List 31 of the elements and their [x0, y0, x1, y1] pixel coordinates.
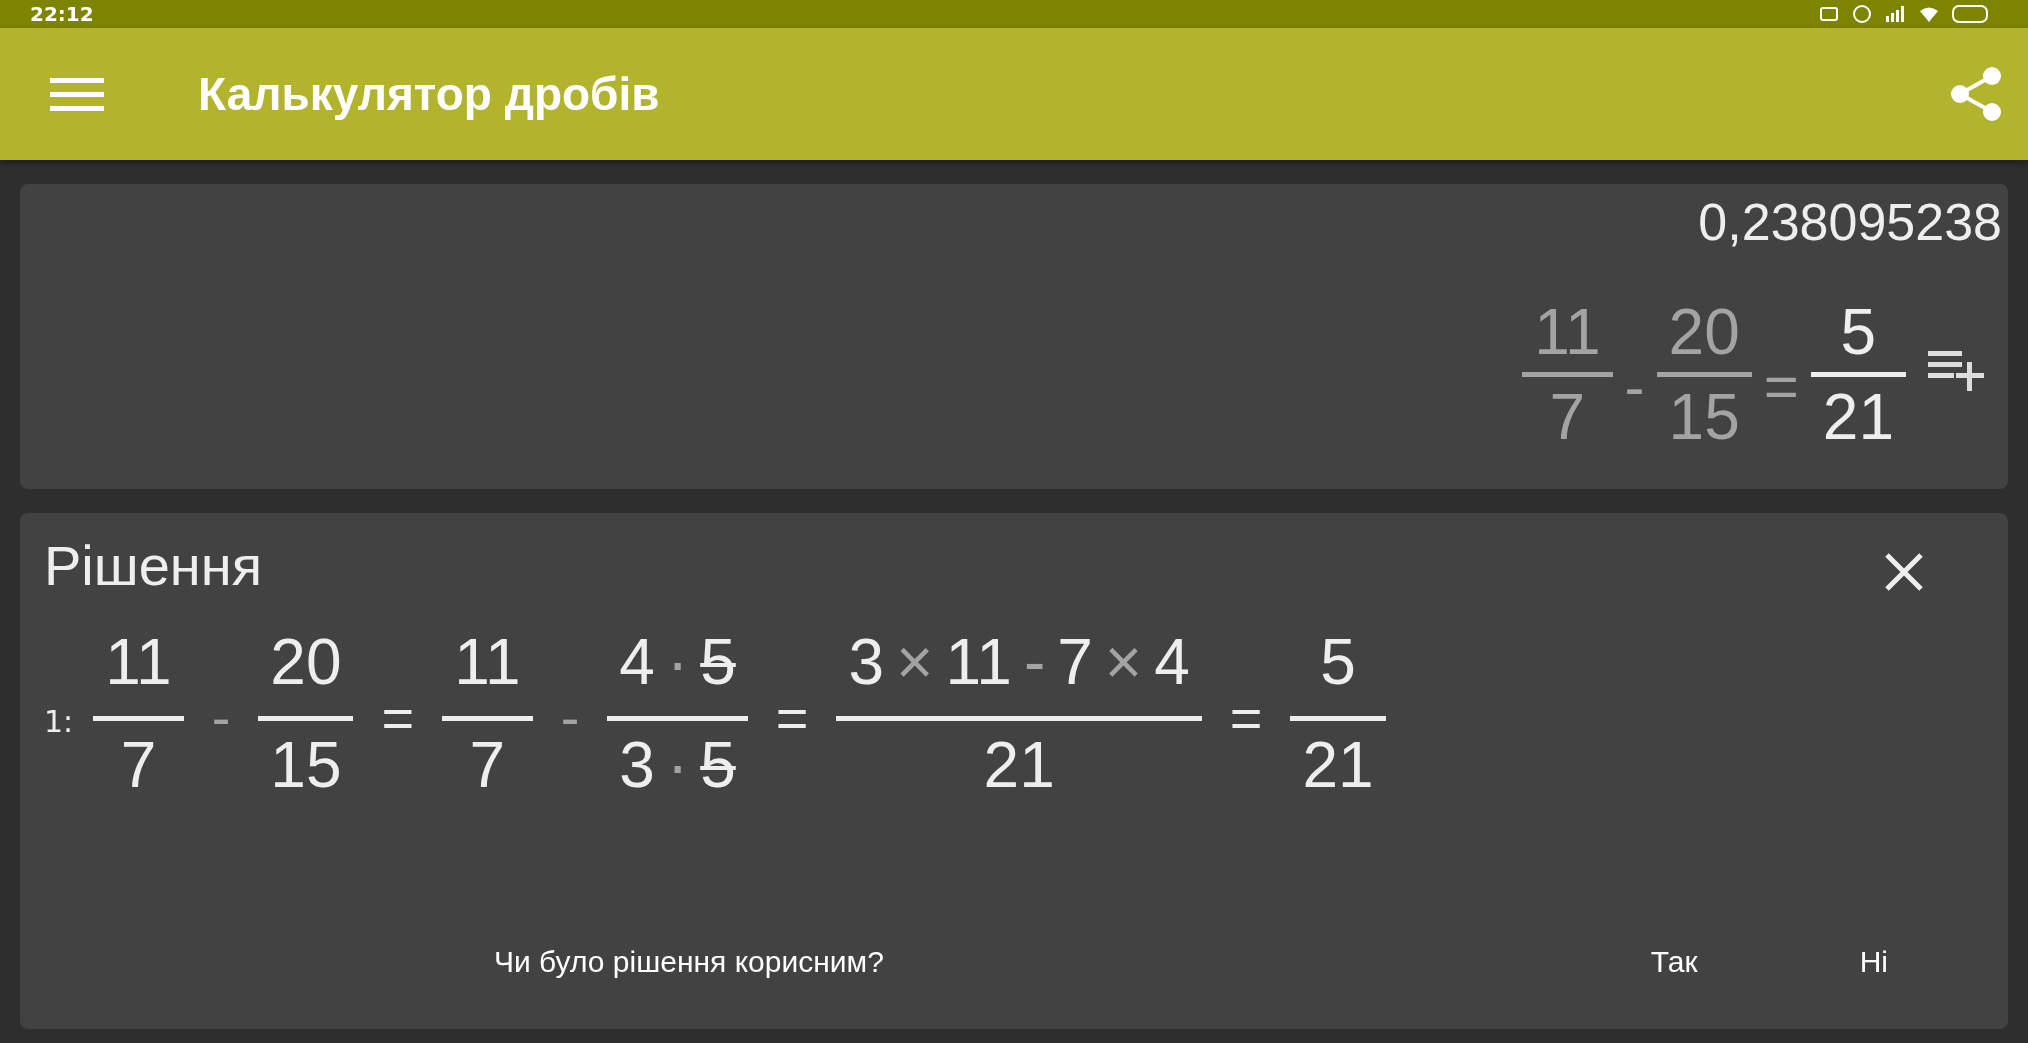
fraction: 5 21	[1290, 622, 1386, 805]
operator-sign: -	[211, 685, 231, 750]
operator-sign: =	[775, 685, 809, 750]
fraction: 11 7	[93, 622, 184, 805]
fraction: 20 15	[1656, 292, 1752, 457]
fraction: 4 · 5 3 · 5	[607, 622, 748, 805]
fraction: 20 15	[258, 622, 354, 805]
close-icon[interactable]	[1884, 551, 1924, 592]
add-to-list-icon[interactable]	[1928, 348, 1984, 393]
operator-sign: =	[1229, 685, 1263, 750]
fraction: 11 7	[442, 622, 533, 805]
rotation-icon	[1820, 7, 1838, 21]
operator-sign: =	[381, 685, 415, 750]
signal-icon	[1886, 6, 1906, 22]
wifi-icon	[1920, 6, 1938, 22]
feedback-button[interactable]: Ні	[1843, 935, 1904, 989]
operator-sign: -	[560, 685, 580, 750]
battery-icon	[1952, 5, 1988, 23]
feedback-button[interactable]: Так	[1634, 935, 1714, 989]
operator-sign: =	[1763, 352, 1799, 421]
fraction: 3 × 11 - 7 × 4 21	[836, 622, 1202, 805]
operator-sign: -	[1624, 352, 1645, 421]
status-time: 22:12	[30, 3, 94, 25]
feedback-question: Чи було рішення корисним?	[494, 945, 885, 979]
alarm-icon	[1852, 4, 1872, 24]
step-number: 1:	[44, 704, 74, 739]
app-title: Калькулятор дробів	[198, 67, 661, 121]
decimal-result: 0,238095238	[1698, 192, 2002, 252]
fraction: 11 7	[1522, 292, 1613, 457]
solution-title: Рішення	[44, 533, 263, 598]
fraction: 5 21	[1810, 292, 1906, 457]
